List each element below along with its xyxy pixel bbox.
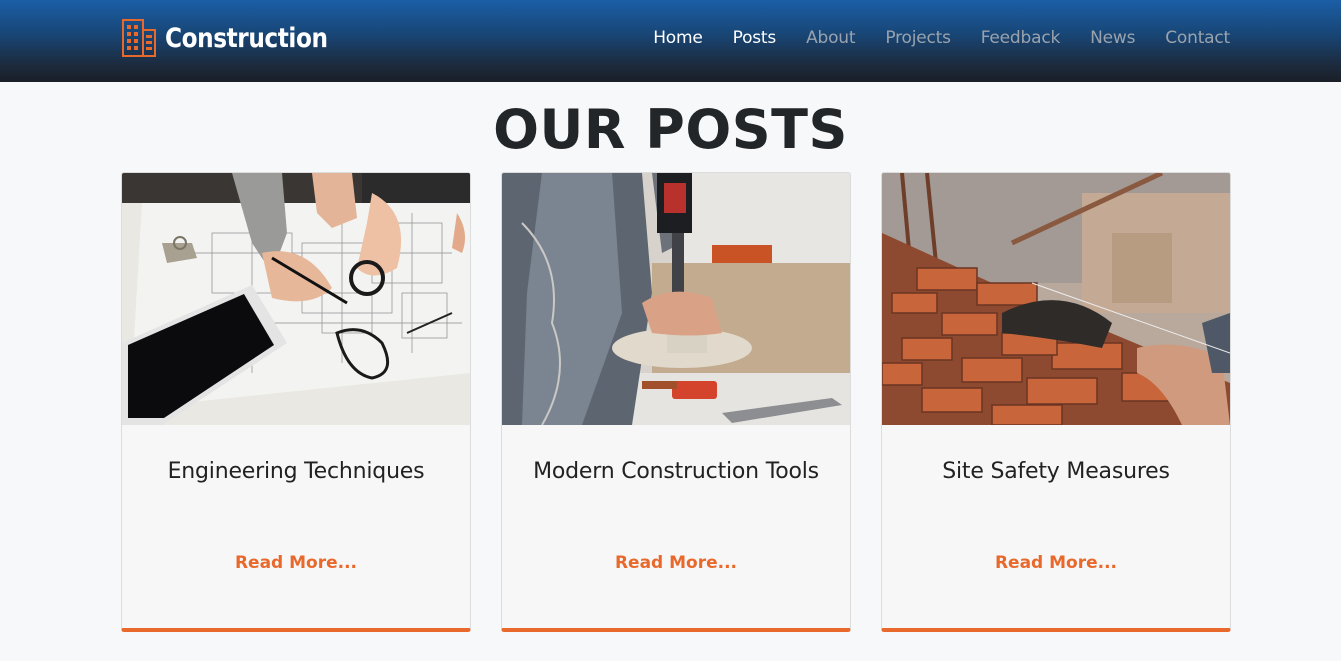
read-more-link[interactable]: Read More... xyxy=(122,553,470,573)
brand-name: Construction xyxy=(165,22,328,54)
drill-photo xyxy=(502,173,850,425)
nav-menu: Home Posts About Projects Feedback News … xyxy=(623,28,1230,48)
nav-link-feedback[interactable]: Feedback xyxy=(981,28,1061,48)
navbar: Construction Home Posts About Projects F… xyxy=(0,0,1341,82)
post-title: Site Safety Measures xyxy=(942,459,1170,484)
post-card: Site Safety Measures Read More... xyxy=(881,172,1231,632)
post-title: Modern Construction Tools xyxy=(533,459,819,484)
read-more-link[interactable]: Read More... xyxy=(502,553,850,573)
nav-link-contact[interactable]: Contact xyxy=(1165,28,1230,48)
brand-logo-link[interactable]: Construction xyxy=(121,18,354,58)
building-icon xyxy=(122,19,156,57)
nav-link-news[interactable]: News xyxy=(1090,28,1135,48)
nav-link-posts[interactable]: Posts xyxy=(733,28,777,48)
post-card: Engineering Techniques Read More... xyxy=(121,172,471,632)
nav-link-about[interactable]: About xyxy=(806,28,855,48)
blueprint-photo xyxy=(122,173,470,425)
read-more-link[interactable]: Read More... xyxy=(882,553,1230,573)
post-title: Engineering Techniques xyxy=(167,459,425,484)
nav-link-home[interactable]: Home xyxy=(653,28,703,48)
page-title: OUR POSTS xyxy=(493,98,848,161)
brick-wall-photo xyxy=(882,173,1230,425)
post-card: Modern Construction Tools Read More... xyxy=(501,172,851,632)
nav-link-projects[interactable]: Projects xyxy=(885,28,951,48)
